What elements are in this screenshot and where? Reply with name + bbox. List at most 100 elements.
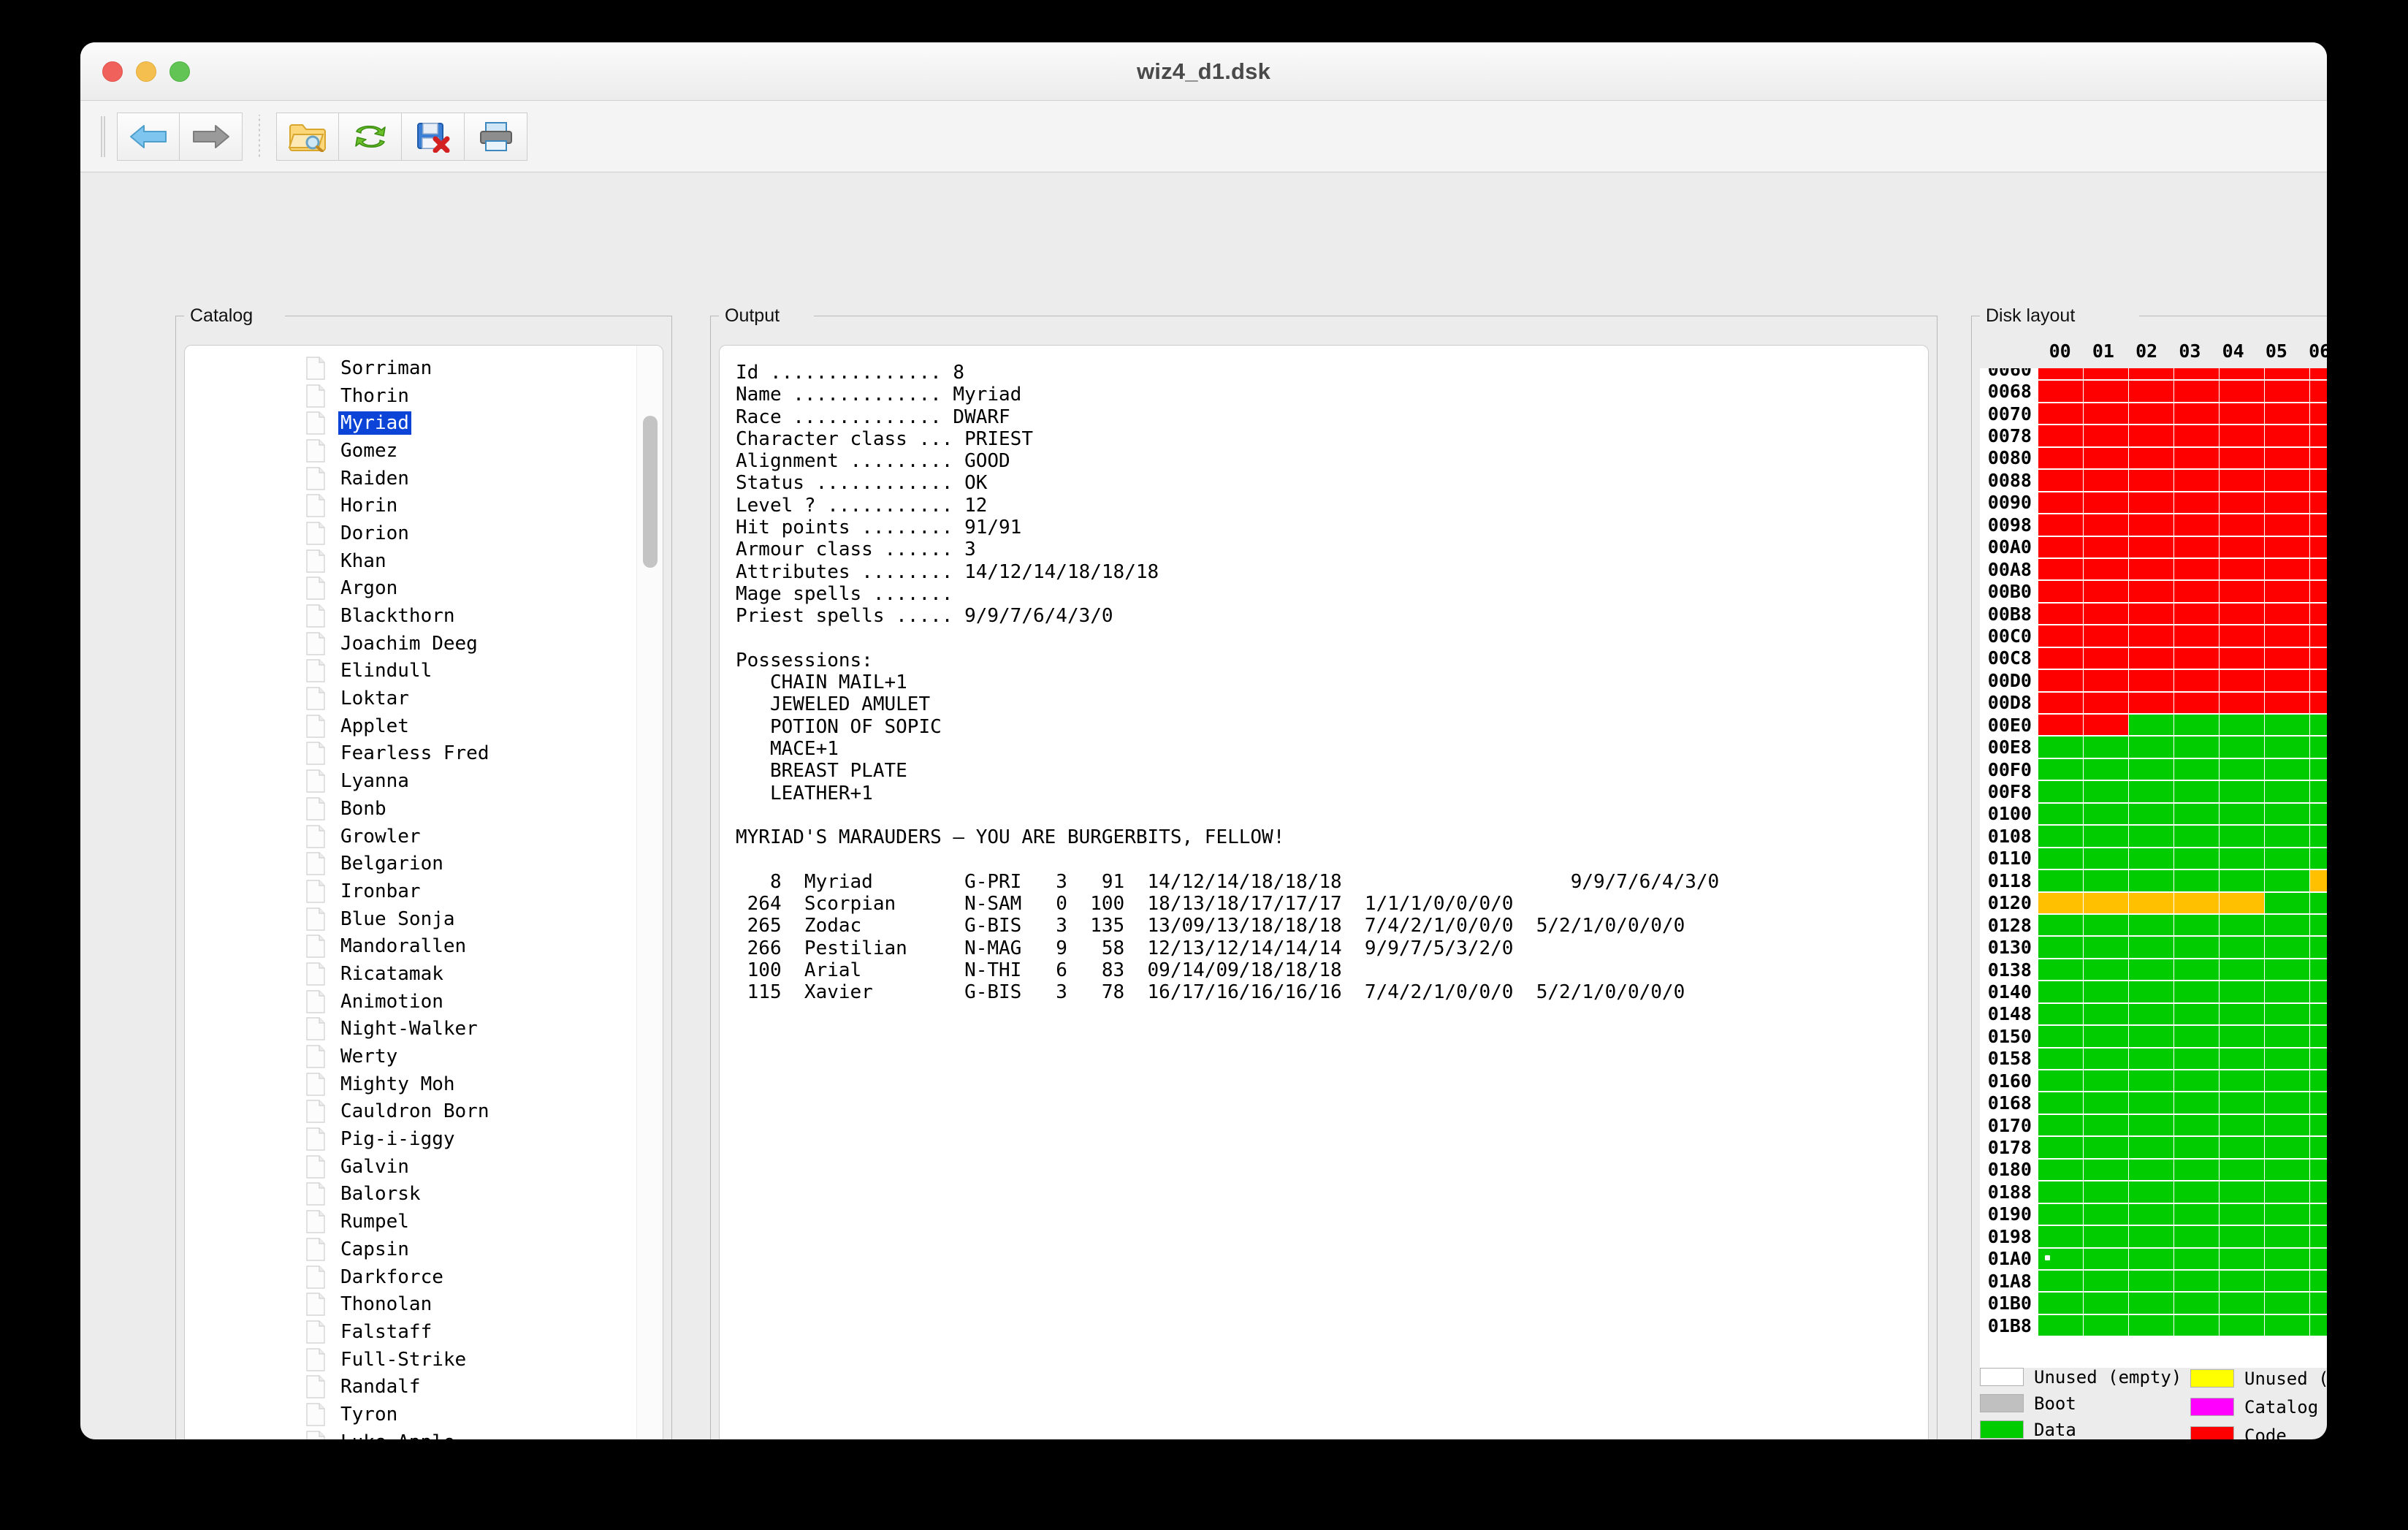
disk-sector-cell[interactable]	[2084, 1026, 2128, 1047]
disk-sector-cell[interactable]	[2129, 981, 2173, 1002]
disk-sector-cell[interactable]	[2129, 403, 2173, 425]
disk-sector-cell[interactable]	[2310, 1114, 2327, 1136]
disk-sector-cell[interactable]	[2265, 1226, 2309, 1247]
disk-cell-area[interactable]	[2038, 368, 2327, 1368]
list-item[interactable]: Ricatamak	[185, 960, 636, 988]
disk-sector-cell[interactable]	[2129, 1159, 2173, 1181]
disk-sector-cell[interactable]	[2310, 1248, 2327, 1269]
disk-sector-cell[interactable]	[2220, 670, 2264, 691]
disk-sector-cell[interactable]	[2220, 1248, 2264, 1269]
disk-sector-cell[interactable]	[2174, 826, 2219, 847]
forward-button[interactable]	[180, 112, 243, 161]
disk-sector-cell[interactable]	[2084, 492, 2128, 514]
toolbar-grip[interactable]	[101, 115, 107, 157]
disk-sector-cell[interactable]	[2084, 1293, 2128, 1314]
list-item[interactable]: Joachim Deeg	[185, 630, 636, 658]
disk-sector-cell[interactable]	[2265, 826, 2309, 847]
disk-sector-cell[interactable]	[2038, 1070, 2083, 1092]
disk-sector-cell[interactable]	[2265, 470, 2309, 491]
disk-sector-cell[interactable]	[2129, 937, 2173, 958]
disk-sector-cell[interactable]	[2129, 870, 2173, 891]
back-button[interactable]	[117, 112, 180, 161]
disk-sector-cell[interactable]	[2129, 368, 2173, 380]
disk-sector-cell[interactable]	[2129, 803, 2173, 825]
disk-sector-cell[interactable]	[2084, 625, 2128, 647]
list-item[interactable]: Mighty Moh	[185, 1070, 636, 1098]
disk-sector-cell[interactable]	[2084, 1070, 2128, 1092]
disk-sector-cell[interactable]	[2220, 536, 2264, 557]
disk-sector-cell[interactable]	[2038, 1226, 2083, 1247]
disk-sector-cell[interactable]	[2084, 603, 2128, 625]
disk-sector-cell[interactable]	[2084, 870, 2128, 891]
disk-sector-cell[interactable]	[2220, 1293, 2264, 1314]
disk-sector-cell[interactable]	[2310, 514, 2327, 536]
disk-sector-cell[interactable]	[2129, 737, 2173, 758]
disk-sector-cell[interactable]	[2084, 581, 2128, 602]
disk-sector-cell[interactable]	[2265, 692, 2309, 713]
list-item[interactable]: Lyanna	[185, 767, 636, 795]
disk-sector-cell[interactable]	[2038, 981, 2083, 1002]
disk-sector-cell[interactable]	[2265, 1248, 2309, 1269]
disk-sector-cell[interactable]	[2220, 848, 2264, 869]
disk-sector-cell[interactable]	[2129, 1248, 2173, 1269]
disk-sector-cell[interactable]	[2220, 1314, 2264, 1336]
disk-sector-cell[interactable]	[2084, 1137, 2128, 1158]
disk-sector-cell[interactable]	[2265, 670, 2309, 691]
disk-sector-cell[interactable]	[2265, 781, 2309, 802]
disk-sector-cell[interactable]	[2129, 1003, 2173, 1025]
disk-sector-cell[interactable]	[2129, 425, 2173, 446]
disk-sector-cell[interactable]	[2310, 1181, 2327, 1203]
disk-sector-cell[interactable]	[2310, 715, 2327, 736]
list-item[interactable]: Capsin	[185, 1236, 636, 1263]
disk-sector-cell[interactable]	[2310, 959, 2327, 981]
disk-sector-cell[interactable]	[2310, 870, 2327, 891]
disk-sector-cell[interactable]	[2265, 914, 2309, 936]
disk-sector-cell[interactable]	[2129, 1070, 2173, 1092]
disk-sector-cell[interactable]	[2084, 647, 2128, 669]
list-item[interactable]: Dorion	[185, 519, 636, 547]
disk-sector-cell[interactable]	[2220, 1181, 2264, 1203]
disk-sector-cell[interactable]	[2129, 447, 2173, 469]
disk-sector-cell[interactable]	[2084, 1270, 2128, 1292]
close-button[interactable]	[102, 61, 123, 82]
disk-sector-cell[interactable]	[2310, 470, 2327, 491]
disk-sector-cell[interactable]	[2038, 826, 2083, 847]
disk-sector-cell[interactable]	[2220, 425, 2264, 446]
disk-sector-cell[interactable]	[2129, 381, 2173, 402]
disk-sector-cell[interactable]	[2084, 914, 2128, 936]
disk-sector-cell[interactable]	[2220, 368, 2264, 380]
disk-sector-cell[interactable]	[2174, 870, 2219, 891]
disk-sector-cell[interactable]	[2129, 1048, 2173, 1069]
disk-sector-cell[interactable]	[2310, 1070, 2327, 1092]
disk-sector-cell[interactable]	[2174, 937, 2219, 958]
disk-sector-cell[interactable]	[2174, 715, 2219, 736]
disk-sector-cell[interactable]	[2038, 1092, 2083, 1114]
disk-sector-cell[interactable]	[2220, 758, 2264, 780]
disk-sector-cell[interactable]	[2084, 1248, 2128, 1269]
disk-sector-cell[interactable]	[2310, 647, 2327, 669]
disk-sector-cell[interactable]	[2129, 758, 2173, 780]
disk-sector-cell[interactable]	[2310, 1092, 2327, 1114]
disk-sector-cell[interactable]	[2038, 1114, 2083, 1136]
disk-sector-cell[interactable]	[2174, 1203, 2219, 1225]
disk-sector-cell[interactable]	[2265, 647, 2309, 669]
disk-sector-cell[interactable]	[2310, 1314, 2327, 1336]
disk-sector-cell[interactable]	[2038, 625, 2083, 647]
disk-sector-cell[interactable]	[2220, 826, 2264, 847]
list-item[interactable]: Tyron	[185, 1401, 636, 1428]
list-item[interactable]: Gomez	[185, 437, 636, 465]
disk-sector-cell[interactable]	[2129, 514, 2173, 536]
disk-sector-cell[interactable]	[2310, 492, 2327, 514]
disk-sector-cell[interactable]	[2265, 1159, 2309, 1181]
disk-sector-cell[interactable]	[2174, 1048, 2219, 1069]
disk-sector-cell[interactable]	[2220, 1070, 2264, 1092]
disk-sector-cell[interactable]	[2310, 603, 2327, 625]
disk-sector-cell[interactable]	[2174, 848, 2219, 869]
disk-sector-cell[interactable]	[2265, 737, 2309, 758]
disk-sector-cell[interactable]	[2265, 603, 2309, 625]
disk-sector-cell[interactable]	[2265, 536, 2309, 557]
disk-sector-cell[interactable]	[2174, 403, 2219, 425]
disk-sector-cell[interactable]	[2174, 447, 2219, 469]
disk-sector-cell[interactable]	[2174, 781, 2219, 802]
disk-sector-cell[interactable]	[2084, 368, 2128, 380]
